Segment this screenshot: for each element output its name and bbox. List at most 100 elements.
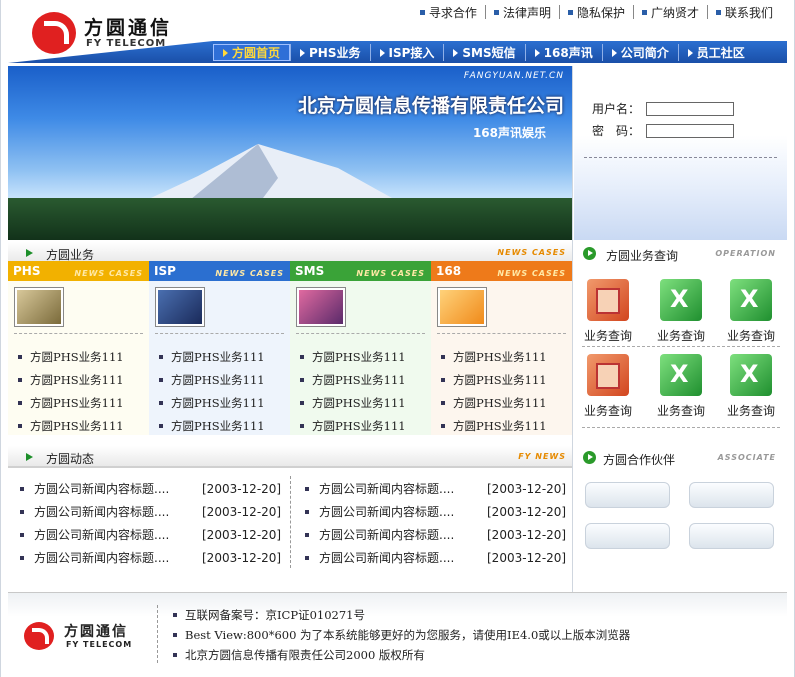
spreadsheet-icon: [730, 354, 772, 396]
news-item[interactable]: 方圆公司新闻内容标题.... [2003-12-20]: [20, 546, 281, 569]
arrow-right-icon: [611, 48, 617, 57]
nav-168[interactable]: 168声讯: [524, 44, 602, 61]
username-input[interactable]: [646, 101, 735, 116]
footer: 方圆通信 FY TELECOM 互联网备案号：京ICP证010271号 Best…: [8, 592, 787, 672]
list-item[interactable]: 方圆PHS业务111: [18, 368, 124, 391]
toplink-legal[interactable]: 法律声明: [484, 5, 559, 20]
divider: [437, 333, 566, 334]
business-tag: NEWS CASES: [497, 248, 566, 257]
bullet-icon: [305, 555, 309, 560]
password-input[interactable]: [646, 123, 735, 138]
partner-slot-3[interactable]: [585, 523, 670, 549]
isp-thumbnail[interactable]: [155, 287, 205, 327]
main-nav: 方圆首页 PHS业务 ISP接入 SMS短信 168声讯 公司简介 员工社区: [213, 44, 754, 61]
isp-list: 方圆PHS业务111 方圆PHS业务111 方圆PHS业务111 方圆PHS业务…: [159, 345, 265, 437]
username-row: 用户名：: [592, 100, 735, 117]
service-query-3[interactable]: 业务查询: [723, 279, 779, 349]
news-item[interactable]: 方圆公司新闻内容标题.... [2003-12-20]: [305, 546, 566, 569]
toplink-contact[interactable]: 联系我们: [706, 5, 781, 20]
list-item[interactable]: 方圆PHS业务111: [300, 391, 406, 414]
bullet-icon: [159, 423, 163, 428]
news-item[interactable]: 方圆公司新闻内容标题.... [2003-12-20]: [305, 500, 566, 523]
footer-logo: 方圆通信 FY TELECOM: [24, 619, 144, 651]
sms-thumbnail[interactable]: [296, 287, 346, 327]
list-item[interactable]: 方圆PHS业务111: [18, 414, 124, 437]
toplink-careers[interactable]: 广纳贤才: [632, 5, 707, 20]
nav-isp[interactable]: ISP接入: [369, 44, 444, 61]
service-query-4[interactable]: 业务查询: [580, 354, 636, 424]
bullet-icon: [18, 423, 22, 428]
footer-info: 互联网备案号：京ICP证010271号 Best View:800*600 为了…: [173, 605, 630, 665]
bullet-icon: [441, 354, 445, 359]
bullet-icon: [18, 354, 22, 359]
list-item[interactable]: 方圆PHS业务111: [441, 345, 547, 368]
square-bullet-icon: [567, 9, 573, 15]
isp-column: ISP NEWS CASES 方圆PHS业务111 方圆PHS业务111 方圆PH…: [149, 261, 290, 435]
phs-column: PHS NEWS CASES 方圆PHS业务111 方圆PHS业务111 方圆PH…: [8, 261, 149, 435]
list-item[interactable]: 方圆PHS业务111: [300, 368, 406, 391]
document-icon: [587, 354, 629, 396]
nav-phs[interactable]: PHS业务: [290, 44, 369, 61]
partner-slot-2[interactable]: [689, 482, 774, 508]
news-item[interactable]: 方圆公司新闻内容标题.... [2003-12-20]: [20, 523, 281, 546]
arrow-circle-icon: [583, 247, 596, 260]
divider: [582, 427, 780, 428]
arrow-circle-icon: [583, 451, 596, 464]
nav-community[interactable]: 员工社区: [677, 44, 754, 61]
service-query-2[interactable]: 业务查询: [653, 279, 709, 349]
list-item[interactable]: 方圆PHS业务111: [18, 391, 124, 414]
service-tag: OPERATION: [715, 249, 776, 258]
news-item[interactable]: 方圆公司新闻内容标题.... [2003-12-20]: [305, 477, 566, 500]
nav-sms[interactable]: SMS短信: [443, 44, 524, 61]
divider: [582, 346, 780, 347]
hero-banner: FANGYUAN.NET.CN 北京方圆信息传播有限责任公司 168声讯娱乐: [8, 66, 572, 240]
list-item[interactable]: 方圆PHS业务111: [300, 414, 406, 437]
168-header: 168 NEWS CASES: [431, 261, 572, 281]
168-list: 方圆PHS业务111 方圆PHS业务111 方圆PHS业务111 方圆PHS业务…: [441, 345, 547, 437]
service-query-6[interactable]: 业务查询: [723, 354, 779, 424]
nav-home[interactable]: 方圆首页: [213, 44, 291, 61]
bullet-icon: [173, 613, 177, 617]
list-item[interactable]: 方圆PHS业务111: [159, 368, 265, 391]
partners-header: 方圆合作伙伴 ASSOCIATE: [575, 447, 782, 469]
arrow-right-icon: [26, 249, 33, 257]
nav-about[interactable]: 公司简介: [601, 44, 678, 61]
arrow-right-icon: [223, 48, 228, 57]
bullet-icon: [159, 354, 163, 359]
toplink-privacy[interactable]: 隐私保护: [558, 5, 633, 20]
list-item[interactable]: 方圆PHS业务111: [441, 391, 547, 414]
service-query-5[interactable]: 业务查询: [653, 354, 709, 424]
square-bullet-icon: [641, 9, 647, 15]
news-item[interactable]: 方圆公司新闻内容标题.... [2003-12-20]: [20, 477, 281, 500]
168-thumbnail[interactable]: [437, 287, 487, 327]
list-item[interactable]: 方圆PHS业务111: [441, 414, 547, 437]
divider: [14, 333, 143, 334]
sms-header: SMS NEWS CASES: [290, 261, 431, 281]
list-item[interactable]: 方圆PHS业务111: [159, 345, 265, 368]
bullet-icon: [18, 377, 22, 382]
bullet-icon: [159, 377, 163, 382]
list-item[interactable]: 方圆PHS业务111: [159, 414, 265, 437]
partner-slot-4[interactable]: [689, 523, 774, 549]
list-item[interactable]: 方圆PHS业务111: [300, 345, 406, 368]
arrow-right-icon: [300, 48, 306, 57]
toplink-cooperation[interactable]: 寻求合作: [412, 5, 485, 20]
service-query-1[interactable]: 业务查询: [580, 279, 636, 349]
arrow-right-icon: [453, 48, 459, 57]
banner-subtitle: 168声讯娱乐: [472, 126, 546, 140]
news-item[interactable]: 方圆公司新闻内容标题.... [2003-12-20]: [20, 500, 281, 523]
list-item[interactable]: 方圆PHS业务111: [18, 345, 124, 368]
username-label: 用户名：: [592, 102, 641, 116]
service-title: 方圆业务查询: [606, 249, 679, 263]
phs-list: 方圆PHS业务111 方圆PHS业务111 方圆PHS业务111 方圆PHS业务…: [18, 345, 124, 437]
phs-thumbnail[interactable]: [14, 287, 64, 327]
forest-image: [8, 198, 572, 240]
partner-slot-1[interactable]: [585, 482, 670, 508]
bullet-icon: [173, 633, 177, 637]
list-item[interactable]: 方圆PHS业务111: [159, 391, 265, 414]
list-item[interactable]: 方圆PHS业务111: [441, 368, 547, 391]
news-item[interactable]: 方圆公司新闻内容标题.... [2003-12-20]: [305, 523, 566, 546]
dynamics-tag: FY NEWS: [518, 452, 566, 461]
spreadsheet-icon: [660, 279, 702, 321]
bullet-icon: [300, 423, 304, 428]
